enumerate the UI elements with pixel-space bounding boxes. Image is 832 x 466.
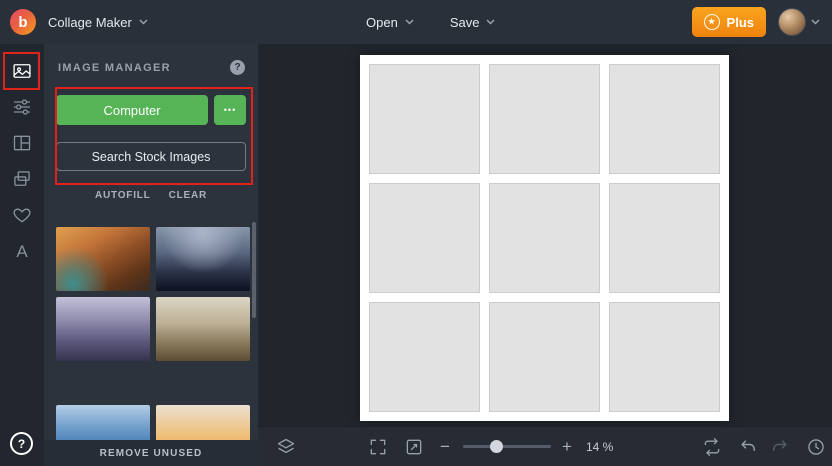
chevron-down-icon xyxy=(405,19,414,25)
plus-label: Plus xyxy=(727,15,754,30)
layout-grid-icon xyxy=(12,133,32,153)
logo-letter: b xyxy=(18,14,27,31)
file-menu-group: Open Save xyxy=(366,15,495,30)
collage-cell[interactable] xyxy=(489,183,600,293)
chevron-down-icon xyxy=(139,19,148,25)
search-stock-images-button[interactable]: Search Stock Images xyxy=(56,142,246,171)
collage-cell[interactable] xyxy=(369,183,480,293)
zoom-out-button[interactable]: − xyxy=(440,438,450,455)
remove-unused-label: REMOVE UNUSED xyxy=(100,448,203,459)
chevron-down-icon xyxy=(486,19,495,25)
sidebar-item-layouts[interactable] xyxy=(12,133,32,153)
sidebar-item-customize[interactable] xyxy=(12,97,32,117)
zoom-slider-track[interactable] xyxy=(463,445,551,448)
zoom-level-value: 14 % xyxy=(586,440,613,454)
panel-header: IMAGE MANAGER ? xyxy=(44,44,258,75)
question-mark-icon: ? xyxy=(18,437,25,451)
thumbnail-joshua-tree-day[interactable] xyxy=(156,297,250,361)
panel-help-icon[interactable]: ? xyxy=(230,60,245,75)
thumbnail-ocean-shore[interactable] xyxy=(56,405,150,440)
sidebar-item-image-manager[interactable] xyxy=(12,61,32,81)
app-menu-label: Collage Maker xyxy=(48,15,132,30)
layers-icon[interactable] xyxy=(276,437,296,457)
canvas-area xyxy=(258,44,832,426)
panel-scrollbar[interactable] xyxy=(252,222,256,318)
user-menu-button[interactable] xyxy=(778,8,820,36)
clear-button[interactable]: CLEAR xyxy=(169,190,207,201)
panel-title: IMAGE MANAGER xyxy=(58,62,171,74)
heart-icon xyxy=(12,205,32,225)
save-menu-label: Save xyxy=(450,15,480,30)
image-manager-panel: IMAGE MANAGER ? Computer ••• Search Stoc… xyxy=(44,44,258,466)
collage-canvas[interactable] xyxy=(360,55,729,421)
collage-maker-app: b Collage Maker Open Save xyxy=(0,0,832,466)
sidebar-item-background[interactable] xyxy=(12,169,32,189)
plus-upgrade-button[interactable]: ★ Plus xyxy=(692,7,766,37)
zoom-in-button[interactable]: + xyxy=(562,438,572,455)
collage-cell[interactable] xyxy=(369,302,480,412)
sidebar-item-graphics[interactable] xyxy=(12,205,32,225)
history-icon[interactable] xyxy=(806,437,826,457)
upload-button-row: Computer ••• xyxy=(44,95,258,125)
autofill-row: AUTOFILL CLEAR xyxy=(44,190,258,201)
redo-icon[interactable] xyxy=(770,437,790,457)
collage-cell[interactable] xyxy=(489,64,600,174)
text-tool-icon: A xyxy=(16,243,27,260)
account-group: ★ Plus xyxy=(692,7,820,37)
help-button[interactable]: ? xyxy=(10,432,33,455)
sliders-icon xyxy=(12,97,32,117)
tool-sidebar: A ? xyxy=(0,44,44,466)
image-icon xyxy=(12,61,32,81)
overlay-images-icon xyxy=(12,169,32,189)
top-bar: b Collage Maker Open Save xyxy=(0,0,832,44)
avatar xyxy=(778,8,806,36)
app-menu-button[interactable]: Collage Maker xyxy=(48,15,148,30)
thumbnail-desert-valley[interactable] xyxy=(56,297,150,361)
thumbnail-area xyxy=(56,227,250,440)
remove-unused-button[interactable]: REMOVE UNUSED xyxy=(44,440,258,466)
save-menu-button[interactable]: Save xyxy=(450,15,496,30)
fit-to-screen-icon[interactable] xyxy=(368,437,388,457)
open-menu-label: Open xyxy=(366,15,398,30)
computer-upload-button[interactable]: Computer xyxy=(56,95,208,125)
sidebar-item-text[interactable]: A xyxy=(12,241,32,261)
collage-cell[interactable] xyxy=(609,64,720,174)
chevron-down-icon xyxy=(811,19,820,25)
thumbnail-sunset-blur[interactable] xyxy=(156,405,250,440)
bottom-toolbar: − + 14 % xyxy=(258,426,832,466)
open-menu-button[interactable]: Open xyxy=(366,15,414,30)
collage-cell[interactable] xyxy=(369,64,480,174)
autofill-button[interactable]: AUTOFILL xyxy=(95,190,151,201)
collage-cell[interactable] xyxy=(489,302,600,412)
undo-icon[interactable] xyxy=(738,437,758,457)
shuffle-layout-icon[interactable] xyxy=(702,437,722,457)
thumbnail-canyon-waterfall[interactable] xyxy=(56,227,150,291)
more-sources-button[interactable]: ••• xyxy=(214,95,246,125)
thumbnail-joshua-tree-dusk[interactable] xyxy=(156,227,250,291)
befunky-logo[interactable]: b xyxy=(10,9,36,35)
thumbnail-grid xyxy=(56,227,250,440)
star-icon: ★ xyxy=(704,14,720,30)
zoom-slider-handle[interactable] xyxy=(490,440,503,453)
collage-cell[interactable] xyxy=(609,183,720,293)
collage-cell[interactable] xyxy=(609,302,720,412)
resize-canvas-icon[interactable] xyxy=(404,437,424,457)
